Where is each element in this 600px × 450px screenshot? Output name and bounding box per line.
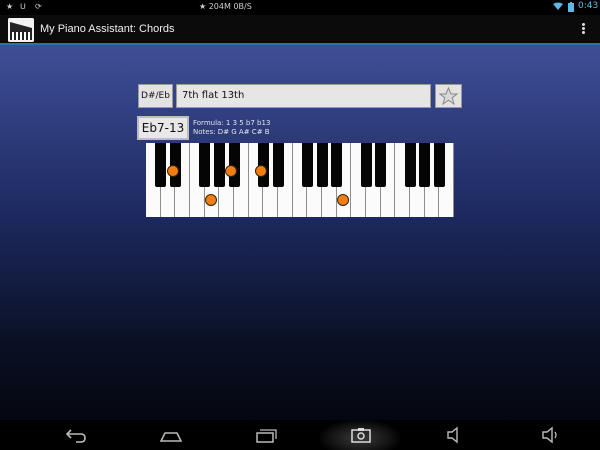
black-key[interactable] bbox=[419, 143, 431, 187]
recent-apps-icon[interactable] bbox=[254, 425, 278, 445]
black-key[interactable] bbox=[331, 143, 343, 187]
note-marker bbox=[337, 194, 349, 206]
note-marker bbox=[255, 165, 267, 177]
star-icon bbox=[438, 86, 459, 106]
navigation-bar bbox=[0, 420, 600, 450]
favorite-button[interactable] bbox=[435, 84, 462, 108]
network-usage: 204M bbox=[208, 2, 231, 11]
chord-notes: Notes: D# G A# C# B bbox=[193, 128, 270, 136]
network-indicator: ★ 204M 0B/S bbox=[199, 2, 252, 11]
star-notification-icon: ★ bbox=[6, 2, 14, 11]
clock: 0:43 bbox=[578, 1, 599, 11]
black-key[interactable] bbox=[301, 143, 313, 187]
screenshot-icon[interactable] bbox=[349, 425, 373, 445]
chord-formula: Formula: 1 3 5 b7 b13 bbox=[193, 119, 271, 127]
black-key[interactable] bbox=[213, 143, 225, 187]
chord-type-field[interactable]: 7th flat 13th bbox=[176, 84, 431, 108]
app-title: My Piano Assistant: Chords bbox=[40, 23, 175, 35]
black-key[interactable] bbox=[155, 143, 167, 187]
piano-app-icon[interactable] bbox=[8, 18, 34, 42]
network-speed: 0B/S bbox=[233, 2, 252, 11]
volume-up-icon[interactable] bbox=[539, 425, 563, 445]
main-content: D#/Eb 7th flat 13th Eb7-13 Formula: 1 3 … bbox=[0, 45, 600, 420]
note-marker bbox=[167, 165, 179, 177]
home-icon[interactable] bbox=[159, 425, 183, 445]
sync-icon: ⟳ bbox=[35, 2, 42, 11]
overflow-menu-icon[interactable] bbox=[580, 23, 586, 37]
battery-icon bbox=[568, 2, 574, 14]
usb-icon: ᑌ bbox=[20, 2, 26, 11]
black-key[interactable] bbox=[316, 143, 328, 187]
black-key[interactable] bbox=[375, 143, 387, 187]
note-marker bbox=[205, 194, 217, 206]
chord-symbol: Eb7-13 bbox=[137, 116, 189, 140]
back-icon[interactable] bbox=[64, 425, 88, 445]
volume-down-icon[interactable] bbox=[444, 425, 468, 445]
status-bar: ★ ᑌ ⟳ ★ 204M 0B/S 0:43 bbox=[0, 0, 600, 15]
note-marker bbox=[225, 165, 237, 177]
black-key[interactable] bbox=[272, 143, 284, 187]
black-key[interactable] bbox=[360, 143, 372, 187]
black-key[interactable] bbox=[199, 143, 211, 187]
black-key[interactable] bbox=[404, 143, 416, 187]
black-key[interactable] bbox=[433, 143, 445, 187]
app-bar: My Piano Assistant: Chords bbox=[0, 15, 600, 45]
piano-keyboard[interactable] bbox=[146, 143, 454, 217]
root-note-button[interactable]: D#/Eb bbox=[138, 84, 173, 108]
wifi-icon bbox=[553, 2, 563, 13]
